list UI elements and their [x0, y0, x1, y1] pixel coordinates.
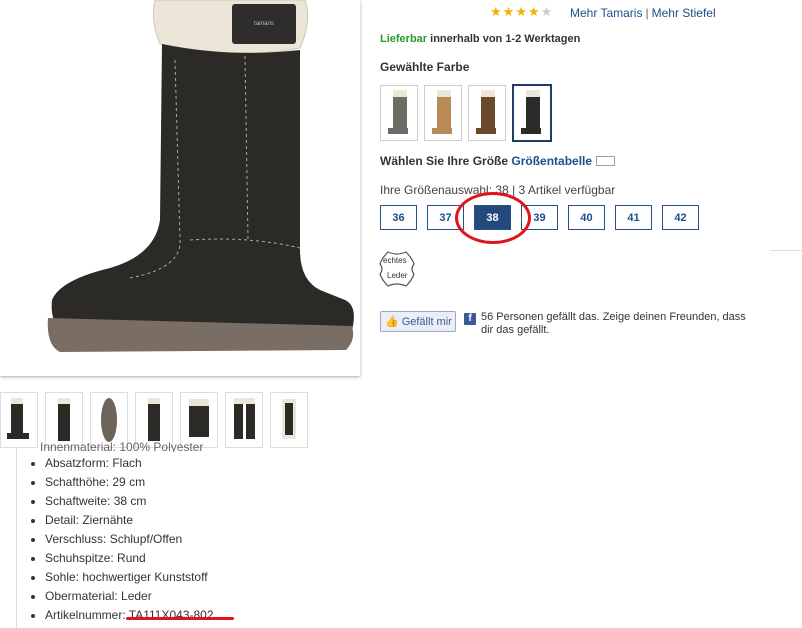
availability-text: innerhalb von 1-2 Werktagen — [430, 33, 581, 45]
star-empty-icon: ★ — [540, 4, 553, 19]
facebook-like-count: 56 Personen gefällt das. Zeige deinen Fr… — [481, 311, 746, 336]
more-category-link[interactable]: Mehr Stiefel — [652, 6, 716, 20]
size-button-42[interactable]: 42 — [662, 205, 699, 230]
divider — [770, 250, 802, 251]
facebook-icon: f — [464, 313, 476, 325]
availability-status: Lieferbar — [380, 33, 428, 45]
star-icon: ★ — [527, 4, 540, 19]
thumbnail-1[interactable] — [0, 392, 38, 448]
black-boot-swatch[interactable] — [512, 84, 552, 142]
star-icon: ★ — [502, 4, 515, 19]
star-icon: ★ — [490, 4, 502, 19]
list-item: Detail: Ziernähte — [45, 511, 214, 530]
product-details: Absatzform: Flach Schafthöhe: 29 cm Scha… — [16, 448, 317, 628]
size-chart-link[interactable]: Größentabelle — [511, 154, 592, 168]
thumbnail-7[interactable] — [270, 392, 308, 448]
red-highlight-circle — [455, 192, 531, 244]
facebook-like-button[interactable]: 👍 Gefällt mir — [380, 311, 456, 332]
more-brand-link[interactable]: Mehr Tamaris — [570, 6, 642, 20]
color-section-title: Gewählte Farbe — [380, 60, 470, 74]
leather-badge-line1: echtes — [383, 256, 407, 265]
main-product-image[interactable]: tamaris — [0, 0, 360, 376]
tan-boot-swatch[interactable] — [424, 85, 462, 141]
brown-boot-swatch[interactable] — [468, 85, 506, 141]
star-icon: ★ — [515, 4, 527, 19]
list-item: Schaftweite: 38 cm — [45, 492, 214, 511]
list-item: Sohle: hochwertiger Kunststoff — [45, 568, 214, 587]
list-item: Obermaterial: Leder — [45, 587, 214, 606]
list-item: Schuhspitze: Rund — [45, 549, 214, 568]
availability: Lieferbar innerhalb von 1-2 Werktagen — [380, 33, 580, 45]
list-item: Absatzform: Flach — [45, 454, 214, 473]
grey-boot-swatch[interactable] — [380, 85, 418, 141]
size-button-41[interactable]: 41 — [615, 205, 652, 230]
list-item: Artikelnummer: TA111X043-802 — [45, 606, 214, 625]
list-item: Verschluss: Schlupf/Offen — [45, 530, 214, 549]
size-button-36[interactable]: 36 — [380, 205, 417, 230]
thumbs-up-icon: 👍 — [385, 316, 399, 328]
size-button-40[interactable]: 40 — [568, 205, 605, 230]
leather-badge-line2: Leder — [387, 271, 408, 280]
svg-text:tamaris: tamaris — [254, 21, 274, 27]
thumbnail-6[interactable] — [225, 392, 263, 448]
ruler-icon[interactable] — [596, 156, 615, 166]
size-section-title: Wählen Sie Ihre Größe Größentabelle — [380, 154, 593, 168]
list-item: Schafthöhe: 29 cm — [45, 473, 214, 492]
red-underline — [126, 617, 234, 620]
rating-stars: ★ ★ ★ ★ ★ — [490, 5, 552, 19]
brand-links: Mehr Tamaris | Mehr Stiefel — [570, 6, 716, 20]
